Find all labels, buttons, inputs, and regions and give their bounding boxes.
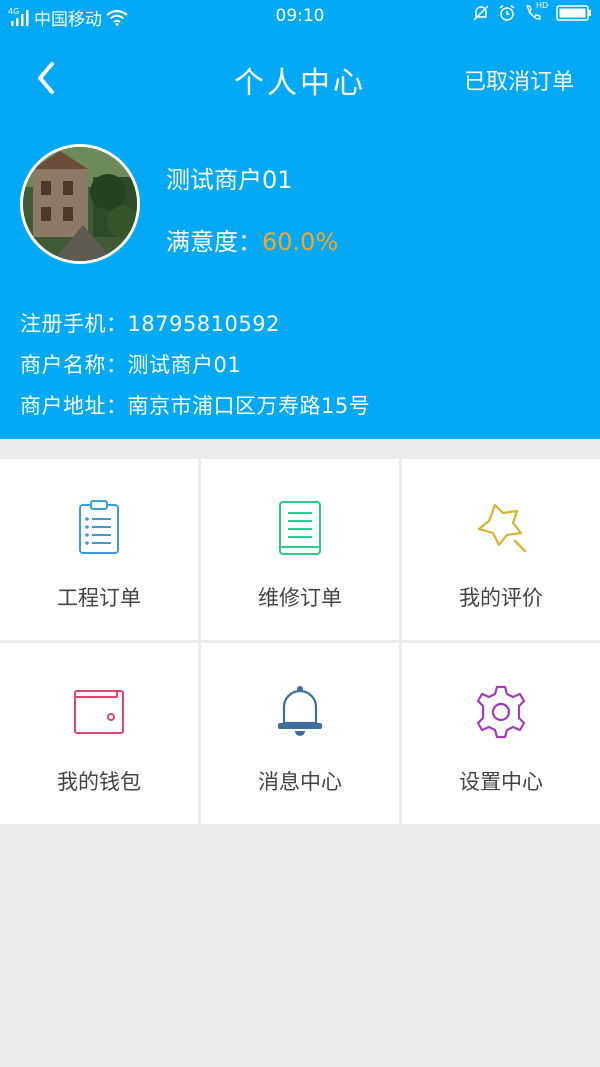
hd-call-icon: HD	[524, 1, 549, 22]
merchant-name-label: 商户名称：	[20, 353, 128, 377]
phone-label: 注册手机：	[20, 312, 128, 336]
avatar-photo	[23, 147, 137, 261]
mute-bell-icon	[473, 5, 489, 21]
merchant-name: 测试商户01	[166, 166, 293, 194]
document-lines-icon	[279, 501, 321, 555]
clipboard-list-icon	[79, 500, 119, 554]
bell-icon	[278, 686, 322, 736]
menu-item-project-orders[interactable]: 工程订单	[0, 459, 198, 640]
menu-item-repair-orders[interactable]: 维修订单	[201, 459, 399, 640]
wallet-icon	[74, 690, 124, 734]
info-address: 商户地址：南京市浦口区万寿路15号	[20, 390, 370, 420]
menu-grid: 工程订单 维修订单 我的评价 我的钱包 消息中心 设置中心	[0, 459, 600, 824]
address-label: 商户地址：	[20, 394, 128, 418]
menu-item-my-reviews[interactable]: 我的评价	[402, 459, 600, 640]
menu-label: 我的钱包	[57, 770, 141, 794]
status-right: HD	[472, 1, 592, 22]
hd-label: HD	[536, 1, 549, 10]
merchant-name-value: 测试商户01	[127, 353, 242, 377]
menu-label: 我的评价	[459, 586, 543, 610]
menu-item-message-center[interactable]: 消息中心	[201, 643, 399, 824]
info-phone: 注册手机：18795810592	[20, 308, 280, 338]
alarm-icon	[499, 4, 515, 21]
profile-header: 个人中心 已取消订单 测试商户01 满意度：60.0% 注册手机：1879581…	[0, 32, 600, 439]
status-bar: 4G 中国移动 09:10 HD	[0, 0, 600, 32]
menu-item-my-wallet[interactable]: 我的钱包	[0, 643, 198, 824]
satisfaction-value: 60.0%	[262, 228, 339, 256]
menu-label: 维修订单	[258, 586, 342, 610]
info-merchant-name: 商户名称：测试商户01	[20, 349, 241, 379]
avatar[interactable]	[20, 144, 140, 264]
satisfaction: 满意度：60.0%	[166, 222, 338, 257]
menu-item-settings-center[interactable]: 设置中心	[402, 643, 600, 824]
cancelled-orders-link[interactable]: 已取消订单	[464, 64, 574, 96]
menu-label: 工程订单	[57, 586, 141, 610]
menu-label: 设置中心	[459, 770, 543, 794]
battery-icon	[556, 5, 591, 21]
menu-label: 消息中心	[258, 770, 342, 794]
satisfaction-label: 满意度：	[166, 228, 262, 256]
address-value: 南京市浦口区万寿路15号	[127, 394, 371, 418]
phone-value: 18795810592	[127, 312, 280, 336]
star-search-icon	[477, 503, 527, 553]
gear-icon	[476, 685, 526, 739]
